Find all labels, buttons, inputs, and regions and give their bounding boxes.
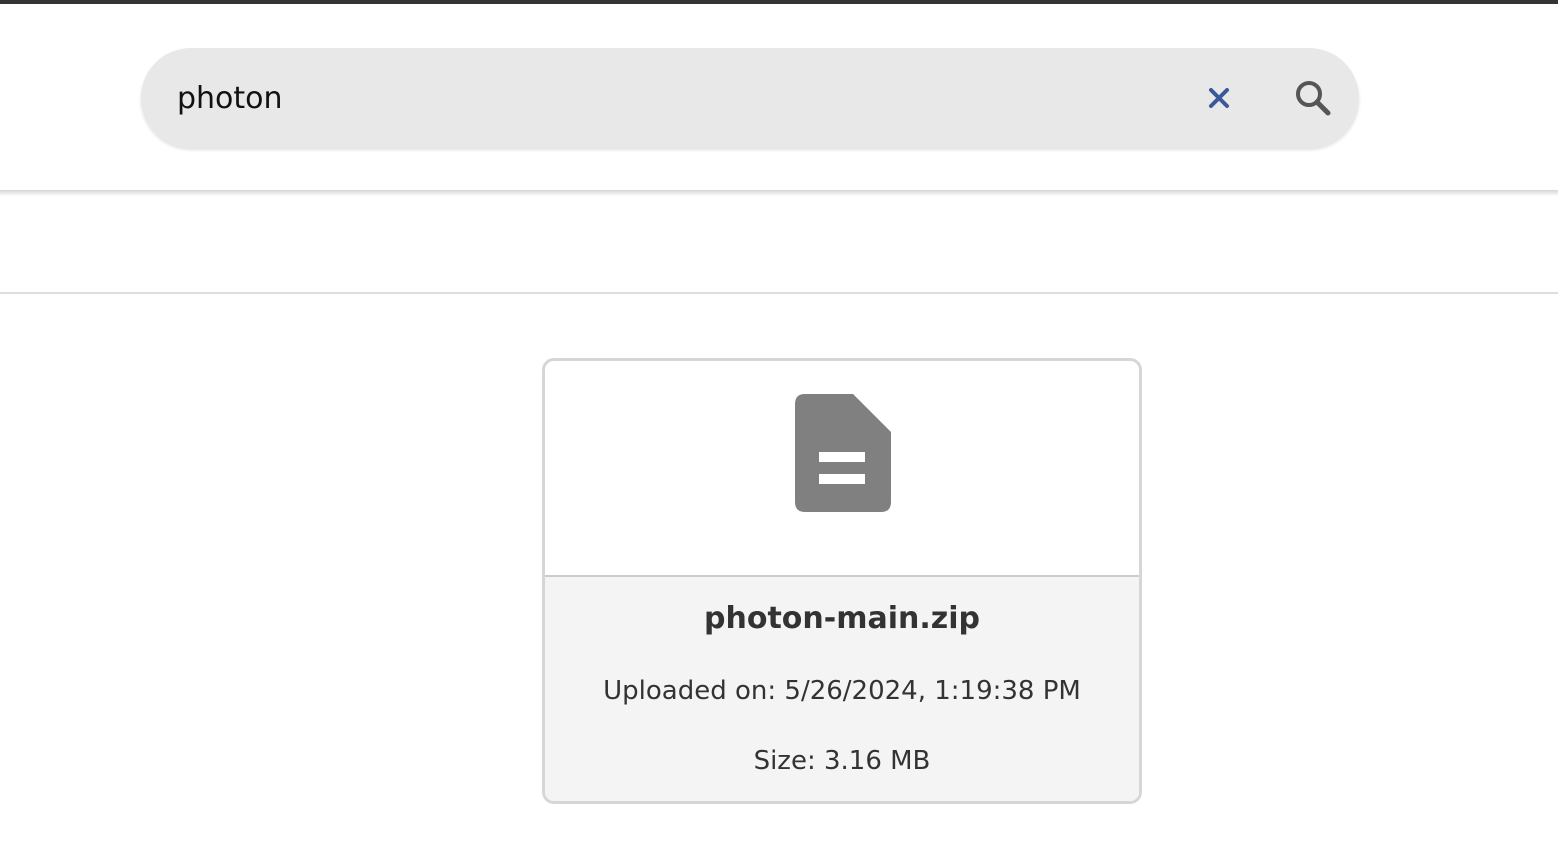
file-name: photon-main.zip <box>704 601 980 636</box>
header-shadow <box>0 190 1558 196</box>
search-bar <box>141 48 1359 148</box>
search-button[interactable] <box>1291 76 1335 120</box>
file-preview <box>545 361 1139 577</box>
close-icon <box>1209 88 1229 108</box>
section-divider <box>0 292 1558 294</box>
clear-search-button[interactable] <box>1199 78 1239 118</box>
file-card[interactable]: photon-main.zip Uploaded on: 5/26/2024, … <box>542 358 1142 804</box>
file-size: Size: 3.16 MB <box>753 746 931 776</box>
search-header <box>0 4 1558 192</box>
file-info: photon-main.zip Uploaded on: 5/26/2024, … <box>545 577 1139 801</box>
search-icon <box>1296 81 1331 116</box>
search-input[interactable] <box>177 73 1157 123</box>
upload-date: Uploaded on: 5/26/2024, 1:19:38 PM <box>603 676 1081 706</box>
document-icon <box>795 394 891 512</box>
